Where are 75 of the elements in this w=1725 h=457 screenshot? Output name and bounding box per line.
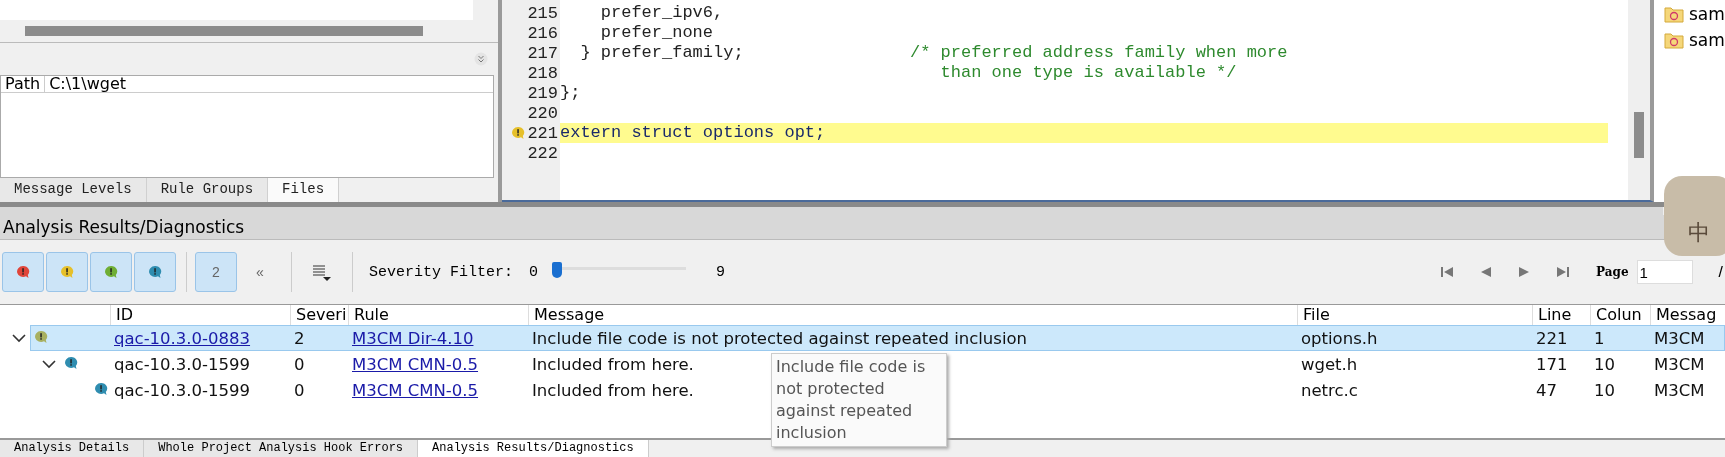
code-line: }; xyxy=(560,83,582,103)
code-line: than one type is available */ xyxy=(939,63,1238,83)
severity-filter-button[interactable] xyxy=(134,252,176,292)
code-line: prefer_ipv6, xyxy=(599,3,725,23)
line-number: 217 xyxy=(527,43,558,63)
path-value: C:\1\wget xyxy=(48,76,128,92)
id-cell: qac-10.3.0-1599 xyxy=(114,354,251,374)
double-chevron-icon[interactable] xyxy=(474,52,488,66)
folder-icon xyxy=(1664,5,1684,23)
ime-badge[interactable]: 中 xyxy=(1664,176,1725,256)
table-cell: M3CM xyxy=(1654,354,1705,374)
column-cell: 10 xyxy=(1594,354,1615,374)
message-cell: Included from here. xyxy=(532,380,694,400)
severity-filter-button[interactable] xyxy=(2,252,44,292)
line-number: 219 xyxy=(527,83,558,103)
panel-tab[interactable]: Rule Groups xyxy=(146,178,269,202)
line-number: 216 xyxy=(527,23,558,43)
severity-cell: 2 xyxy=(294,328,305,348)
slider-thumb[interactable] xyxy=(552,262,563,278)
slider-max-label: 9 xyxy=(716,263,726,281)
file-cell: netrc.c xyxy=(1301,380,1358,400)
line-cell: 47 xyxy=(1536,380,1557,400)
chevron-down-icon[interactable] xyxy=(12,331,26,345)
column-cell: 10 xyxy=(1594,380,1615,400)
code-line: } prefer_family; /* preferred address family when more xyxy=(579,43,1289,63)
first-page-icon[interactable] xyxy=(1440,266,1455,278)
panel-tab[interactable]: Message Levels xyxy=(0,178,147,202)
message-cell: Included from here. xyxy=(532,354,694,374)
line-number: 222 xyxy=(527,143,558,163)
project-item[interactable]: sam xyxy=(1664,30,1725,50)
rule-link[interactable]: M3CM Dir-4.10 xyxy=(352,328,474,348)
project-item[interactable]: sam xyxy=(1664,4,1725,24)
menu-icon xyxy=(311,262,331,282)
line-cell: 171 xyxy=(1536,354,1568,374)
table-cell: M3CM xyxy=(1654,380,1705,400)
page-field[interactable]: 1 xyxy=(1636,260,1693,284)
id-cell: qac-10.3.0-1599 xyxy=(114,380,251,400)
folder-icon xyxy=(1664,31,1684,49)
panel-tab[interactable]: Files xyxy=(268,178,340,202)
code-line: prefer_none xyxy=(599,23,715,43)
scrollbar-thumb[interactable] xyxy=(25,26,423,36)
severity-cell: 0 xyxy=(294,354,305,374)
file-cell: options.h xyxy=(1301,328,1378,348)
line-number: 218 xyxy=(527,63,558,83)
page-separator: / xyxy=(1718,265,1723,279)
line-number: 215 xyxy=(527,3,558,23)
severity-cell: 0 xyxy=(294,380,305,400)
rule-link[interactable]: M3CM CMN-0.5 xyxy=(352,354,479,374)
message-cell: Include file code is not protected against repeated inclusion xyxy=(532,328,1028,348)
last-page-icon[interactable] xyxy=(1556,266,1571,278)
next-page-icon[interactable] xyxy=(1518,266,1531,278)
selected-row[interactable]: qac-10.3.0-0883 2 M3CM Dir-4.10 Include file code is not protected against repeated inclusion options.h 221 1 M3CM xyxy=(30,325,1725,351)
column-header: Path xyxy=(1,76,46,92)
file-cell: wget.h xyxy=(1301,354,1358,374)
table-cell: M3CM xyxy=(1654,328,1705,348)
column-cell: 1 xyxy=(1594,328,1605,348)
previous-page-icon[interactable] xyxy=(1480,266,1493,278)
line-cell: 221 xyxy=(1536,328,1568,348)
severity-filter-label: Severity Filter: xyxy=(369,263,514,281)
line-number: 221 xyxy=(527,123,558,143)
panel-tab[interactable]: Whole Project Analysis Hook Errors xyxy=(144,440,419,457)
collapse-button[interactable]: « xyxy=(239,252,281,292)
warning-icon xyxy=(511,126,526,140)
panel-tab[interactable]: Analysis Details xyxy=(0,440,145,457)
chevron-down-icon[interactable] xyxy=(42,357,56,371)
panel-tab[interactable]: Analysis Results/Diagnostics xyxy=(418,440,649,457)
tooltip: Include file code is not protected against repeated inclusion xyxy=(771,353,947,447)
page-label: Page xyxy=(1596,265,1629,279)
count-filter-button[interactable]: 2 xyxy=(195,252,237,292)
slider-min-label: 0 xyxy=(529,263,539,281)
severity-filter-button[interactable] xyxy=(90,252,132,292)
id-cell[interactable]: qac-10.3.0-0883 xyxy=(114,328,251,348)
rule-link[interactable]: M3CM CMN-0.5 xyxy=(352,380,479,400)
line-number: 220 xyxy=(527,103,558,123)
scrollbar-thumb[interactable] xyxy=(1634,112,1644,158)
